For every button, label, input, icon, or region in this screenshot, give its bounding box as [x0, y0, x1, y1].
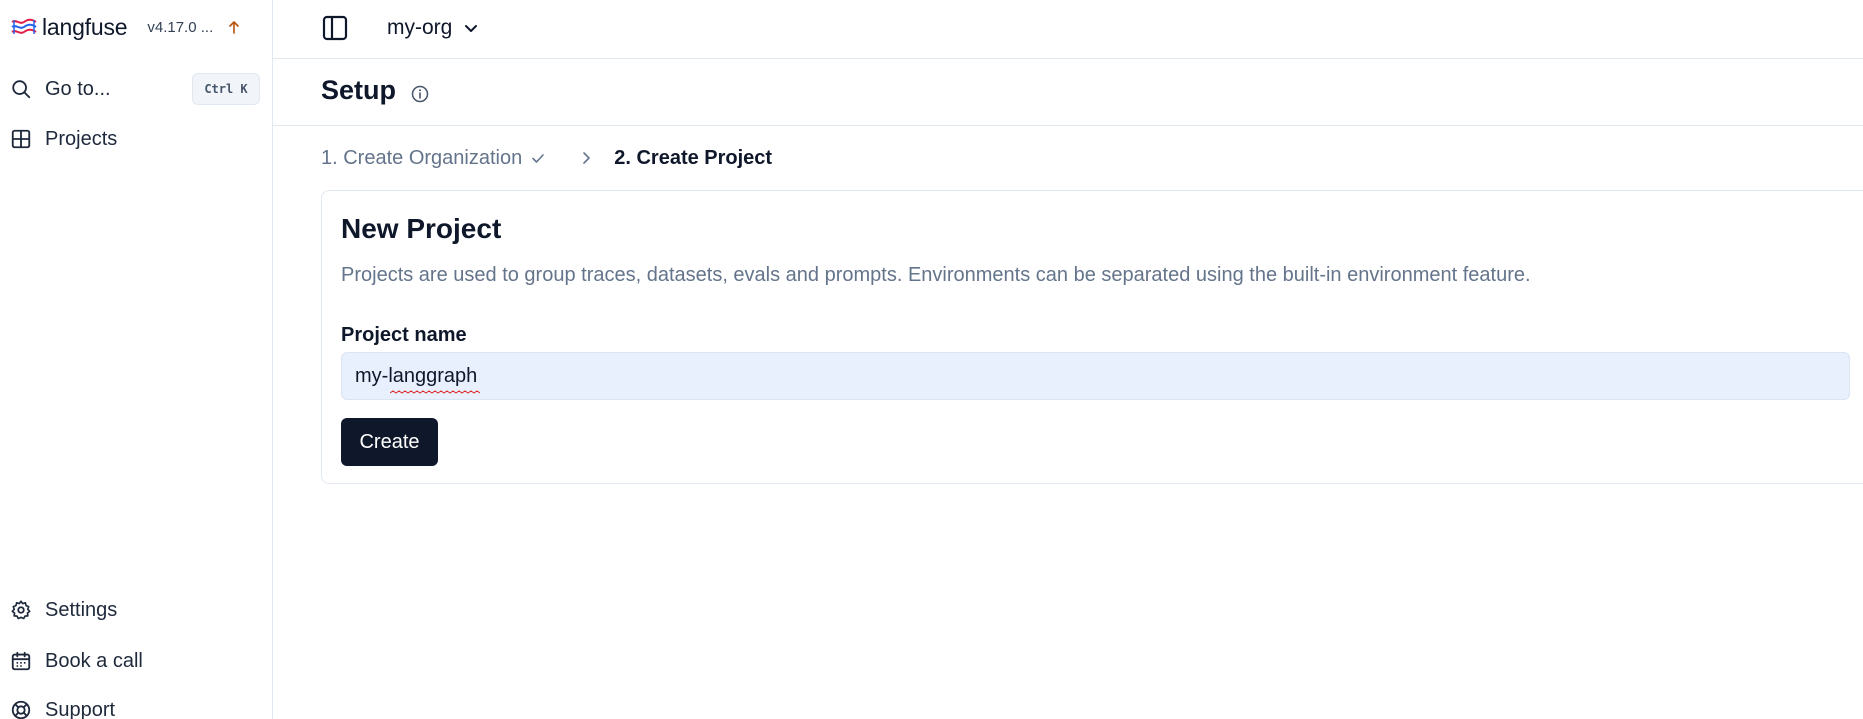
breadcrumb: 1. Create Organization 2. Create Project	[321, 143, 772, 173]
sidebar-item-settings[interactable]: Settings	[10, 593, 117, 627]
sidebar-item-label: Book a call	[45, 649, 143, 672]
sidebar: langfuse v4.17.0 ... Go to... Ctrl K Pro…	[0, 0, 273, 719]
topbar: my-org	[273, 0, 1863, 59]
gear-icon	[11, 600, 31, 620]
new-project-card: New Project Projects are used to group t…	[321, 190, 1863, 484]
check-icon	[532, 154, 545, 163]
create-button[interactable]: Create	[341, 418, 438, 466]
org-name: my-org	[387, 16, 453, 39]
step-label: 1. Create Organization	[321, 146, 523, 169]
sidebar-item-projects[interactable]: Projects	[10, 122, 117, 156]
sidebar-item-label: Support	[45, 698, 116, 719]
step-create-organization[interactable]: 1. Create Organization	[321, 147, 546, 170]
card-title: New Project	[341, 213, 502, 244]
project-name-input[interactable]	[341, 352, 1850, 400]
sidebar-item-label: Projects	[45, 127, 118, 150]
chevron-right-icon	[583, 152, 591, 164]
card-description: Projects are used to group traces, datas…	[341, 264, 1531, 286]
chevron-down-icon	[465, 25, 478, 32]
sidebar-toggle-icon[interactable]	[321, 14, 349, 42]
project-name-label: Project name	[341, 324, 467, 346]
search-icon	[12, 80, 31, 99]
sidebar-item-label: Settings	[45, 598, 118, 621]
sidebar-item-support[interactable]: Support	[10, 693, 115, 719]
page-title: Setup	[321, 75, 397, 105]
sidebar-item-book-a-call[interactable]: Book a call	[10, 644, 143, 678]
page-header: Setup	[273, 60, 1863, 126]
org-switcher[interactable]: my-org	[387, 12, 480, 44]
spellcheck-underline	[390, 390, 480, 394]
version-label[interactable]: v4.17.0 ...	[147, 19, 213, 36]
shortcut-badge: Ctrl K	[192, 73, 260, 105]
step-create-project: 2. Create Project	[614, 146, 773, 169]
calendar-icon	[11, 651, 31, 671]
goto-label: Go to...	[45, 77, 111, 100]
brand[interactable]: langfuse v4.17.0 ...	[10, 10, 241, 44]
lifebuoy-icon	[11, 700, 31, 719]
info-icon[interactable]	[411, 85, 429, 103]
arrow-up-icon[interactable]	[227, 19, 241, 35]
grid-icon	[11, 129, 31, 149]
goto-button[interactable]: Go to...	[10, 72, 111, 106]
langfuse-logo-icon	[11, 18, 37, 34]
brand-name: langfuse	[42, 13, 128, 40]
